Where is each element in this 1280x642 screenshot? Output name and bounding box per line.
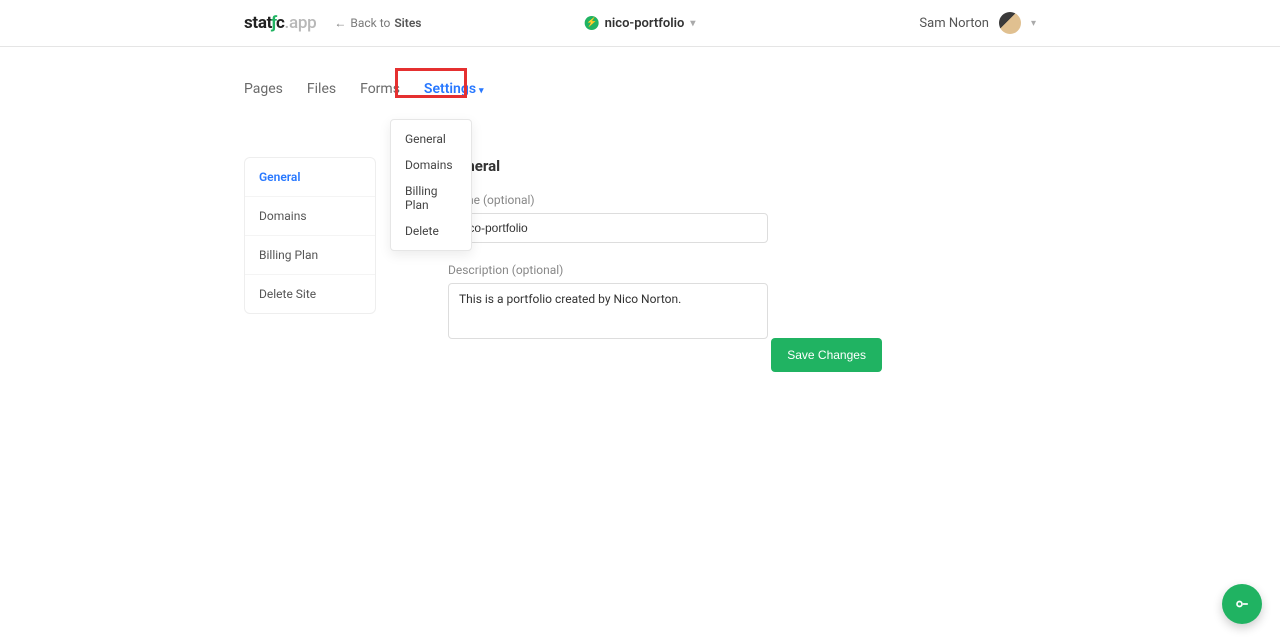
tab-pages[interactable]: Pages: [244, 77, 283, 101]
sidebar-item-billing[interactable]: Billing Plan: [245, 236, 375, 275]
tab-bar: Pages Files Forms Settings▾: [244, 77, 1036, 101]
back-text: Back to: [350, 16, 390, 30]
settings-dropdown: General Domains Billing Plan Delete: [390, 119, 472, 251]
tab-files[interactable]: Files: [307, 77, 336, 101]
chevron-down-icon: ▾: [479, 86, 484, 96]
sidebar-item-general[interactable]: General: [245, 158, 375, 197]
help-chat-button[interactable]: [1222, 584, 1262, 624]
tab-forms[interactable]: Forms: [360, 77, 400, 101]
dropdown-item-billing[interactable]: Billing Plan: [391, 178, 471, 218]
user-menu[interactable]: Sam Norton ▾: [919, 12, 1036, 34]
dropdown-item-domains[interactable]: Domains: [391, 152, 471, 178]
topbar-left: statƒc.app ← Back to Sites: [244, 13, 421, 33]
back-sites: Sites: [394, 16, 421, 30]
content-row: General Domains Billing Plan Delete Site…: [244, 157, 1036, 372]
logo-suffix: c: [276, 13, 285, 33]
dropdown-item-delete[interactable]: Delete: [391, 218, 471, 244]
dropdown-item-general[interactable]: General: [391, 126, 471, 152]
site-badge-icon: ⚡: [585, 16, 599, 30]
chat-icon: [1232, 594, 1252, 614]
sidebar-item-domains[interactable]: Domains: [245, 197, 375, 236]
logo-app: .app: [285, 13, 317, 33]
back-to-sites-link[interactable]: ← Back to Sites: [334, 16, 421, 30]
avatar: [999, 12, 1021, 34]
arrow-left-icon: ←: [334, 16, 346, 30]
sidebar-item-delete[interactable]: Delete Site: [245, 275, 375, 313]
top-bar: statƒc.app ← Back to Sites ⚡ nico-portfo…: [0, 0, 1280, 47]
name-label: Name (optional): [448, 193, 1036, 207]
description-label: Description (optional): [448, 263, 1036, 277]
tab-settings[interactable]: Settings▾: [424, 77, 484, 101]
section-title: General: [448, 157, 1036, 175]
save-changes-button[interactable]: Save Changes: [771, 338, 882, 372]
settings-main: General Name (optional) Description (opt…: [448, 157, 1036, 372]
site-switcher[interactable]: ⚡ nico-portfolio ▾: [585, 16, 696, 31]
site-name: nico-portfolio: [605, 16, 685, 31]
page-container: Pages Files Forms Settings▾ General Doma…: [244, 47, 1036, 372]
tab-settings-label: Settings: [424, 81, 476, 97]
logo-prefix: stat: [244, 13, 272, 33]
user-name: Sam Norton: [919, 16, 989, 31]
chevron-down-icon: ▾: [690, 18, 695, 29]
description-textarea[interactable]: This is a portfolio created by Nico Nort…: [448, 283, 768, 339]
logo[interactable]: statƒc.app: [244, 13, 316, 33]
name-input[interactable]: [448, 213, 768, 243]
settings-sidebar: General Domains Billing Plan Delete Site: [244, 157, 376, 314]
chevron-down-icon: ▾: [1031, 18, 1036, 29]
